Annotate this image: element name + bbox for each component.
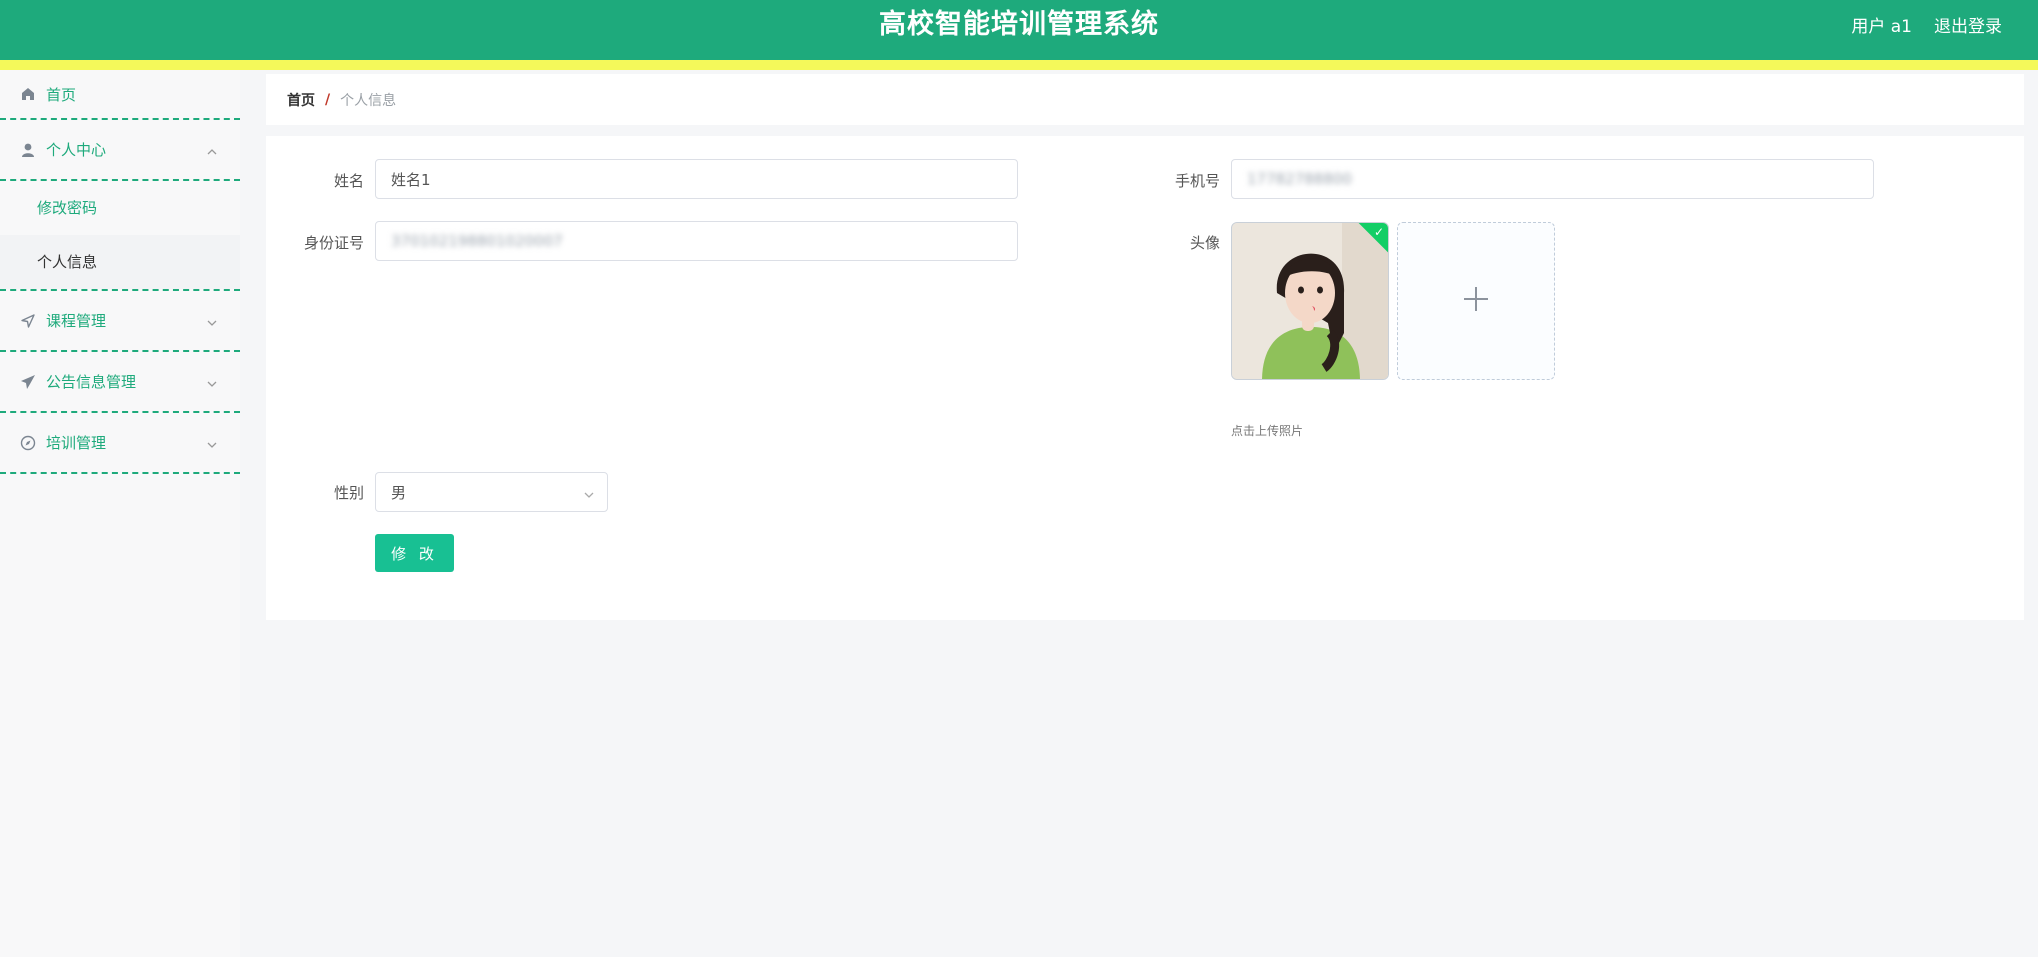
chevron-down-icon [206,376,218,388]
header-accent-stripe [0,60,2038,70]
id-number-label: 身份证号 [303,234,364,252]
user-icon [20,142,36,158]
avatar-label: 头像 [1189,234,1220,252]
submit-update-button[interactable]: 修 改 [375,534,454,572]
id-number-field[interactable]: 370102198801020007 [375,221,1018,261]
chevron-down-icon [206,315,218,327]
gender-selected-value: 男 [391,483,407,502]
avatar-image[interactable]: ✓ [1231,222,1389,380]
navigation-icon [20,313,36,329]
sidebar-item-personal-info[interactable]: 个人信息 [0,235,240,289]
upload-hint: 点击上传照片 [1231,424,1304,438]
home-icon [20,86,36,102]
sidebar-item-change-password[interactable]: 修改密码 [0,181,240,235]
id-number-value: 370102198801020007 [391,232,563,250]
avatar-upload-button[interactable] [1397,222,1555,380]
compass-icon [20,435,36,451]
phone-value: 17782788800 [1247,170,1352,188]
sidebar-item-label: 个人中心 [46,141,107,159]
chevron-down-icon [206,437,218,449]
current-user-label: 用户 a1 [1851,17,1912,37]
top-header: 高校智能培训管理系统 用户 a1 退出登录 [0,0,2038,60]
sidebar-item-personal-center[interactable]: 个人中心 [0,120,240,181]
sidebar-item-course-management[interactable]: 课程管理 [0,291,240,352]
sidebar-item-training-management[interactable]: 培训管理 [0,413,240,474]
send-icon [20,374,36,390]
gender-select[interactable]: 男 [375,472,608,512]
sidebar-item-label: 课程管理 [46,312,107,330]
phone-label: 手机号 [1174,172,1220,190]
breadcrumb-separator: / [325,91,331,108]
sidebar: 首页 个人中心 修改密码 个人信息 课程管理 公告信息管理 培训管理 [0,70,240,957]
plus-icon [1462,285,1490,317]
chevron-down-icon [583,487,595,499]
sidebar-item-label: 首页 [46,85,77,104]
breadcrumb: 首页 / 个人信息 [266,74,2024,125]
personal-info-form: 姓名 手机号 17782788800 身份证号 3701021988010200… [266,136,2024,620]
check-icon: ✓ [1373,225,1384,239]
chevron-up-icon [206,144,218,156]
sidebar-item-label: 公告信息管理 [46,373,137,391]
personal-center-submenu: 修改密码 个人信息 [0,181,240,291]
sidebar-item-label: 培训管理 [46,434,107,452]
name-label: 姓名 [333,172,364,190]
app-title: 高校智能培训管理系统 [879,9,1159,40]
gender-label: 性别 [333,484,364,502]
sidebar-item-home[interactable]: 首页 [0,70,240,120]
phone-field[interactable]: 17782788800 [1231,159,1874,199]
name-field[interactable] [375,159,1018,199]
logout-link[interactable]: 退出登录 [1934,12,2002,37]
sidebar-item-announcement-management[interactable]: 公告信息管理 [0,352,240,413]
breadcrumb-current: 个人信息 [340,92,397,109]
breadcrumb-home[interactable]: 首页 [287,90,315,110]
